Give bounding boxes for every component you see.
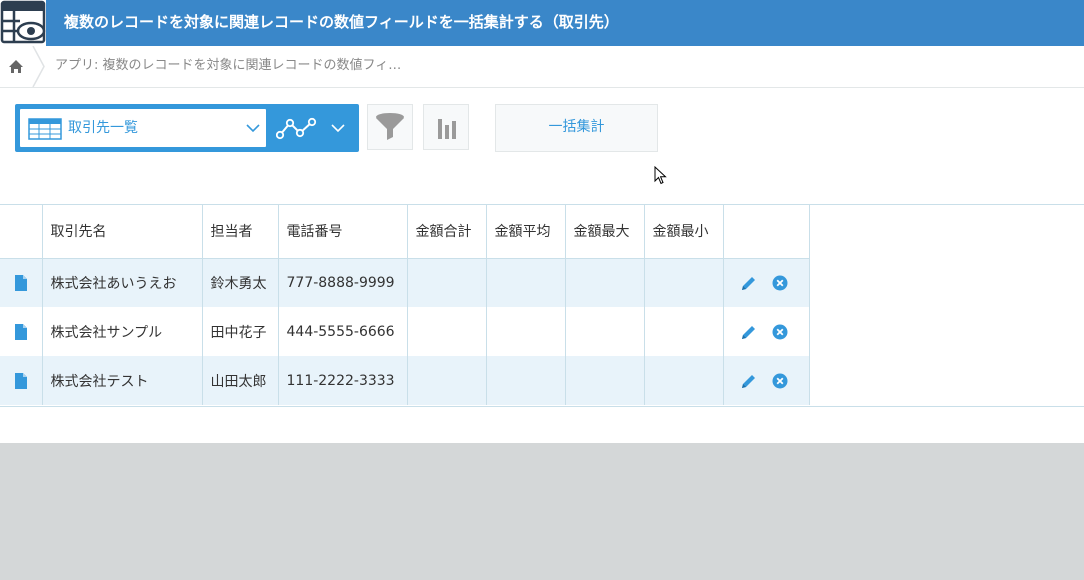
column-header-avg[interactable]: 金額平均 [486, 204, 566, 259]
cell-avg [486, 356, 566, 405]
column-header-name[interactable]: 取引先名 [42, 204, 203, 259]
view-dropdown[interactable]: 取引先一覧 [20, 109, 266, 147]
record-detail-link[interactable] [0, 258, 43, 307]
filter-funnel-icon [376, 113, 404, 140]
column-header-max[interactable]: 金額最大 [565, 204, 645, 259]
cell-name: 株式会社あいうえお [42, 258, 203, 307]
view-selector: 取引先一覧 [15, 104, 359, 152]
cell-phone: 777-8888-9999 [278, 258, 408, 307]
pencil-icon[interactable] [740, 274, 758, 292]
line-graph-icon[interactable] [276, 116, 318, 140]
mouse-cursor-icon [654, 166, 667, 185]
cell-sum [407, 307, 487, 356]
column-header-phone[interactable]: 電話番号 [278, 204, 408, 259]
cell-max [565, 307, 645, 356]
cell-name: 株式会社サンプル [42, 307, 203, 356]
table-row: 株式会社サンプル 田中花子 444-5555-6666 [0, 307, 810, 356]
record-detail-link[interactable] [0, 307, 43, 356]
breadcrumb: アプリ: 複数のレコードを対象に関連レコードの数値フィ… [0, 46, 1084, 88]
breadcrumb-app-link[interactable]: アプリ: 複数のレコードを対象に関連レコードの数値フィ… [55, 46, 401, 86]
breadcrumb-separator [32, 46, 45, 87]
cell-person: 田中花子 [202, 307, 279, 356]
graph-chevron-down-icon[interactable] [331, 123, 345, 133]
graph-button[interactable] [423, 104, 469, 150]
cell-min [644, 356, 724, 405]
app-table-eye-icon [0, 0, 46, 44]
table-bottom-border [0, 406, 1084, 407]
page-content: 複数のレコードを対象に関連レコードの数値フィールドを一括集計する（取引先） アプ… [0, 0, 1084, 443]
cell-actions [723, 356, 810, 405]
records-table: 取引先名 担当者 電話番号 金額合計 金額平均 金額最大 金額最小 株式会社あい… [0, 204, 810, 405]
filter-button[interactable] [367, 104, 413, 150]
chevron-down-icon [246, 124, 260, 133]
cell-person: 鈴木勇太 [202, 258, 279, 307]
cell-min [644, 307, 724, 356]
home-link[interactable] [0, 46, 34, 87]
table-row: 株式会社あいうえお 鈴木勇太 777-8888-9999 [0, 258, 810, 307]
column-header-actions [723, 204, 810, 259]
document-icon [14, 274, 27, 291]
view-name: 取引先一覧 [68, 120, 138, 136]
table-header-row: 取引先名 担当者 電話番号 金額合計 金額平均 金額最大 金額最小 [0, 204, 810, 259]
pencil-icon[interactable] [740, 372, 758, 390]
cell-name: 株式会社テスト [42, 356, 203, 405]
column-header-person[interactable]: 担当者 [202, 204, 279, 259]
app-title: 複数のレコードを対象に関連レコードの数値フィールドを一括集計する（取引先） [64, 13, 619, 31]
cell-avg [486, 307, 566, 356]
document-icon [14, 372, 27, 389]
cell-avg [486, 258, 566, 307]
document-icon [14, 323, 27, 340]
app-header: 複数のレコードを対象に関連レコードの数値フィールドを一括集計する（取引先） [0, 0, 1084, 46]
close-circle-icon[interactable] [772, 373, 788, 389]
table-row: 株式会社テスト 山田太郎 111-2222-3333 [0, 356, 810, 405]
cell-max [565, 258, 645, 307]
cell-actions [723, 258, 810, 307]
column-header-min[interactable]: 金額最小 [644, 204, 724, 259]
record-detail-link[interactable] [0, 356, 43, 405]
cell-actions [723, 307, 810, 356]
cell-min [644, 258, 724, 307]
cell-phone: 111-2222-3333 [278, 356, 408, 405]
cell-phone: 444-5555-6666 [278, 307, 408, 356]
app-icon[interactable] [0, 0, 46, 46]
cell-sum [407, 258, 487, 307]
close-circle-icon[interactable] [772, 275, 788, 291]
home-icon [9, 60, 23, 73]
bar-chart-icon [438, 119, 456, 139]
table-grid-icon [28, 118, 62, 140]
column-header-icon [0, 204, 43, 259]
cell-person: 山田太郎 [202, 356, 279, 405]
column-header-sum[interactable]: 金額合計 [407, 204, 487, 259]
close-circle-icon[interactable] [772, 324, 788, 340]
bulk-aggregate-button[interactable]: 一括集計 [495, 104, 658, 152]
pencil-icon[interactable] [740, 323, 758, 341]
cell-max [565, 356, 645, 405]
cell-sum [407, 356, 487, 405]
